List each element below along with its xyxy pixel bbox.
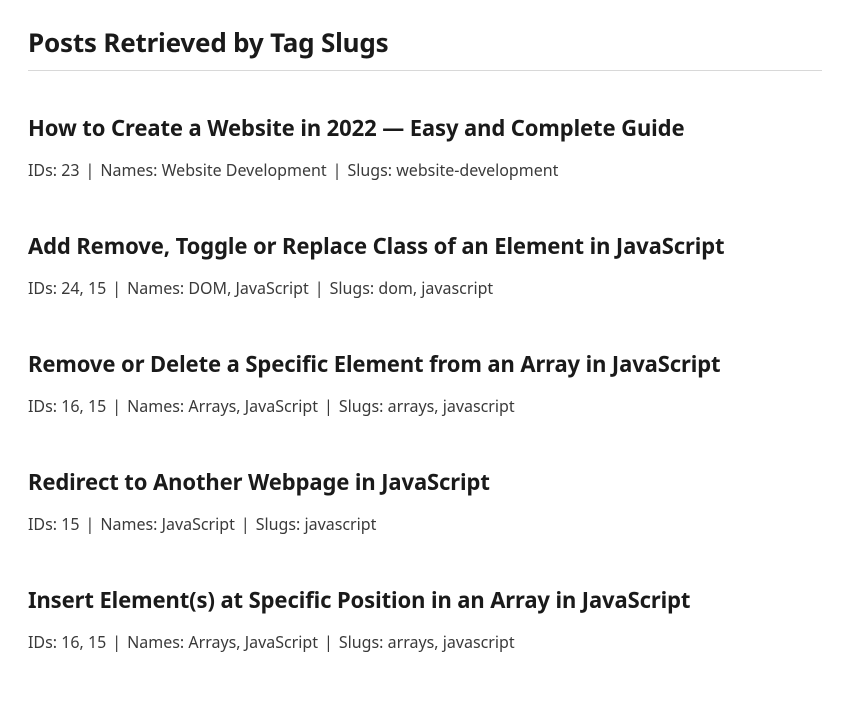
names-label: Names: [100, 513, 157, 535]
slugs-value: arrays, javascript [388, 631, 515, 653]
post-item: Remove or Delete a Specific Element from… [28, 349, 822, 417]
post-item: Add Remove, Toggle or Replace Class of a… [28, 231, 822, 299]
post-item: Redirect to Another Webpage in JavaScrip… [28, 467, 822, 535]
names-label: Names: [127, 631, 184, 653]
separator: | [112, 277, 121, 299]
post-meta: IDs: 15|Names: JavaScript|Slugs: javascr… [28, 513, 822, 535]
names-label: Names: [127, 395, 184, 417]
separator: | [324, 631, 333, 653]
separator: | [86, 513, 95, 535]
slugs-value: dom, javascript [378, 277, 493, 299]
slugs-label: Slugs: [339, 631, 384, 653]
slugs-label: Slugs: [256, 513, 301, 535]
names-value: JavaScript [162, 513, 235, 535]
post-meta: IDs: 24, 15 | Names: DOM, JavaScript | Slugs… [28, 277, 822, 299]
ids-label: IDs: [28, 631, 57, 653]
slugs-value: website-development [396, 159, 558, 181]
separator: | [333, 159, 342, 181]
ids-value: 16, 15 [61, 631, 106, 653]
ids-value: 15 [61, 513, 79, 535]
ids-value: 24, 15 [61, 277, 106, 299]
post-meta: IDs: 23|Names: Website Development|Slugs… [28, 159, 822, 181]
slugs-label: Slugs: [339, 395, 384, 417]
post-title[interactable]: Add Remove, Toggle or Replace Class of a… [28, 231, 822, 261]
separator: | [112, 395, 121, 417]
post-meta: IDs: 16, 15 | Names: Arrays, JavaScript | Sl… [28, 631, 822, 653]
post-item: Insert Element(s) at Specific Position i… [28, 585, 822, 653]
post-title[interactable]: How to Create a Website in 2022 — Easy a… [28, 113, 822, 143]
slugs-value: javascript [304, 513, 376, 535]
names-value: DOM, JavaScript [188, 277, 308, 299]
slugs-label: Slugs: [347, 159, 392, 181]
names-label: Names: [100, 159, 157, 181]
separator: | [112, 631, 121, 653]
ids-value: 16, 15 [61, 395, 106, 417]
names-value: Arrays, JavaScript [188, 395, 318, 417]
ids-label: IDs: [28, 395, 57, 417]
page-title: Posts Retrieved by Tag Slugs [28, 24, 822, 71]
slugs-label: Slugs: [330, 277, 375, 299]
ids-label: IDs: [28, 159, 57, 181]
slugs-value: arrays, javascript [388, 395, 515, 417]
post-meta: IDs: 16, 15 | Names: Arrays, JavaScript | Sl… [28, 395, 822, 417]
separator: | [241, 513, 250, 535]
posts-list: How to Create a Website in 2022 — Easy a… [28, 113, 822, 653]
post-title[interactable]: Remove or Delete a Specific Element from… [28, 349, 822, 379]
ids-label: IDs: [28, 513, 57, 535]
names-label: Names: [127, 277, 184, 299]
ids-value: 23 [61, 159, 79, 181]
ids-label: IDs: [28, 277, 57, 299]
names-value: Website Development [162, 159, 327, 181]
post-title[interactable]: Redirect to Another Webpage in JavaScrip… [28, 467, 822, 497]
post-title[interactable]: Insert Element(s) at Specific Position i… [28, 585, 822, 615]
separator: | [315, 277, 324, 299]
separator: | [324, 395, 333, 417]
names-value: Arrays, JavaScript [188, 631, 318, 653]
separator: | [86, 159, 95, 181]
post-item: How to Create a Website in 2022 — Easy a… [28, 113, 822, 181]
